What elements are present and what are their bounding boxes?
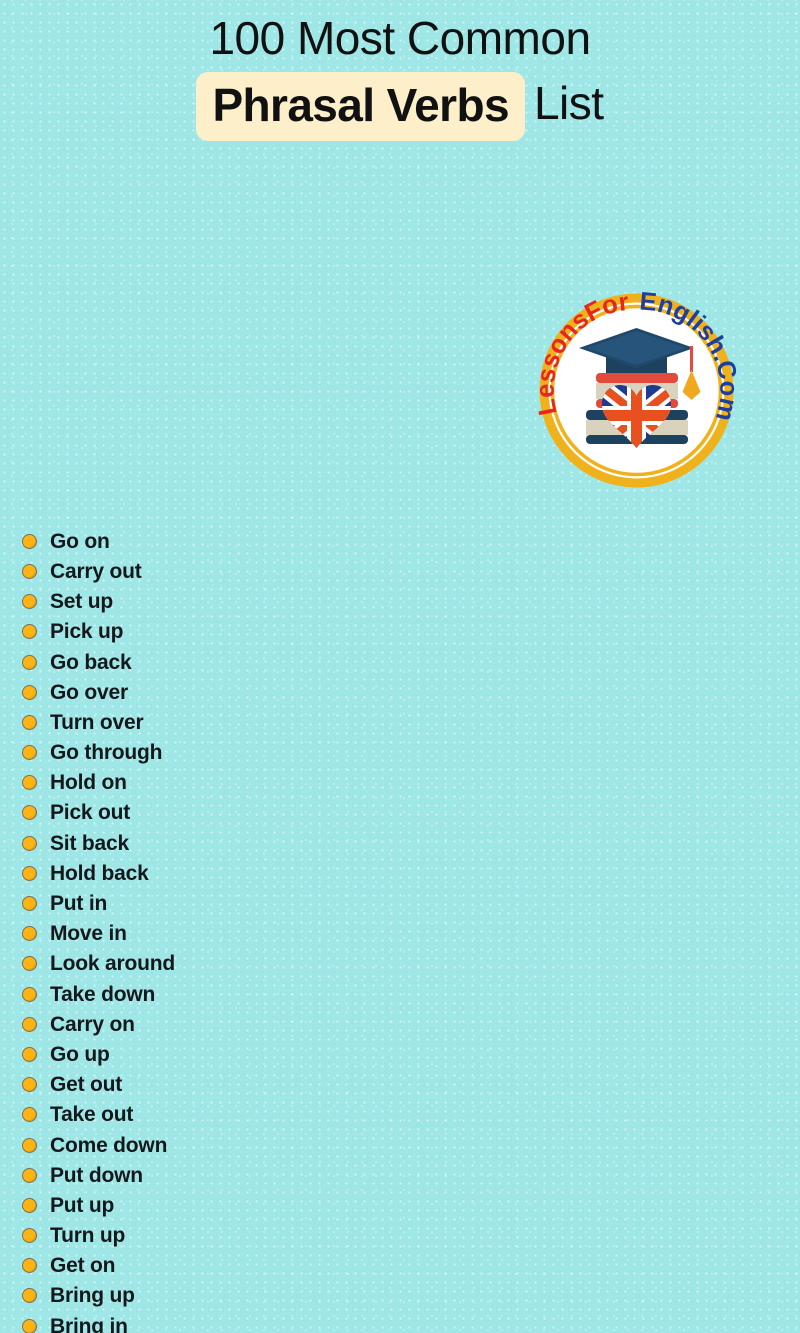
page-title-line-1: 100 Most Common — [209, 12, 591, 64]
bullet-circle-icon — [22, 956, 37, 972]
verb-list-item: Bring up — [22, 1281, 800, 1311]
verb-label: Carry out — [50, 559, 142, 583]
bullet-circle-icon — [22, 1288, 37, 1304]
verb-column-1: Go on Carry out Set up Pick up Go back Go ove… — [22, 526, 800, 1333]
verb-label: Get out — [50, 1073, 123, 1097]
verb-list-item: Bring in — [22, 1311, 800, 1333]
bullet-circle-icon — [22, 1258, 37, 1274]
bullet-circle-icon — [22, 1197, 37, 1213]
verb-list-item: Pick up — [22, 617, 800, 647]
bullet-circle-icon — [22, 805, 37, 821]
verb-label: Turn up — [50, 1224, 126, 1248]
poster-canvas: 100 Most Common Phrasal Verbs List Lesso… — [0, 0, 800, 1333]
bullet-circle-icon — [22, 926, 37, 942]
bullet-circle-icon — [22, 1107, 37, 1123]
bullet-circle-icon — [22, 1077, 37, 1093]
verb-list-item: Go up — [22, 1039, 800, 1069]
verb-label: Bring in — [50, 1314, 128, 1333]
bullet-circle-icon — [22, 1016, 37, 1032]
verb-list-item: Come down — [22, 1130, 800, 1160]
verb-label: Go on — [50, 529, 110, 553]
verb-list-item: Look around — [22, 949, 800, 979]
verb-list-item: Get out — [22, 1070, 800, 1100]
verb-list-item: Move in — [22, 919, 800, 949]
verb-label: Go over — [50, 680, 128, 704]
verb-list-item: Put in — [22, 888, 800, 918]
verb-list-item: Carry out — [22, 556, 800, 586]
verb-label: Move in — [50, 922, 127, 946]
bullet-circle-icon — [22, 594, 37, 610]
verb-list-item: Hold back — [22, 858, 800, 888]
verb-label: Go through — [50, 741, 163, 765]
verb-list-item: Set up — [22, 587, 800, 617]
verb-list-item: Go on — [22, 526, 800, 556]
verb-label: Put up — [50, 1193, 115, 1217]
bullet-circle-icon — [22, 896, 37, 912]
verb-list-item: Sit back — [22, 828, 800, 858]
bullet-circle-icon — [22, 1167, 37, 1183]
verb-list-item: Pick out — [22, 798, 800, 828]
verb-label: Come down — [50, 1133, 168, 1157]
verb-label: Take out — [50, 1103, 134, 1127]
verb-list-item: Get on — [22, 1251, 800, 1281]
bullet-circle-icon — [22, 624, 37, 640]
verb-list-item: Put up — [22, 1190, 800, 1220]
verb-label: Hold back — [50, 861, 149, 885]
title-highlight-phrasal-verbs: Phrasal Verbs — [196, 71, 525, 142]
verb-list-item: Hold on — [22, 768, 800, 798]
verb-list-item: Put down — [22, 1160, 800, 1190]
lessonsforenglish-logo: LessonsFor English.Com — [532, 288, 743, 493]
bullet-circle-icon — [22, 1046, 37, 1062]
verb-label: Put in — [50, 892, 108, 916]
poster-header: 100 Most Common Phrasal Verbs List — [0, 0, 800, 142]
verb-list-item: Take down — [22, 979, 800, 1009]
bullet-circle-icon — [22, 835, 37, 851]
bullet-circle-icon — [22, 1137, 37, 1153]
verb-label: Get on — [50, 1254, 116, 1278]
bullet-circle-icon — [22, 865, 37, 881]
verb-label: Bring up — [50, 1284, 135, 1308]
bullet-circle-icon — [22, 1318, 37, 1333]
verb-label: Go back — [50, 650, 132, 674]
bullet-circle-icon — [22, 775, 37, 791]
verb-label: Look around — [50, 952, 175, 976]
verb-list-item: Carry on — [22, 1009, 800, 1039]
bullet-circle-icon — [22, 533, 37, 549]
verb-list-item: Turn up — [22, 1221, 800, 1251]
verb-label: Pick out — [50, 801, 131, 825]
bullet-circle-icon — [22, 1228, 37, 1244]
verb-label: Pick up — [50, 620, 124, 644]
verb-label: Turn over — [50, 710, 144, 734]
verb-label: Carry on — [50, 1012, 135, 1036]
verb-list-item: Go back — [22, 647, 800, 677]
page-title-line-2: Phrasal Verbs List — [0, 70, 800, 142]
verb-label: Set up — [50, 590, 113, 614]
title-tail-list: List — [533, 76, 604, 129]
verb-label: Sit back — [50, 831, 129, 855]
bullet-circle-icon — [22, 654, 37, 670]
verb-label: Take down — [50, 982, 156, 1006]
verb-list-item: Turn over — [22, 707, 800, 737]
bullet-circle-icon — [22, 745, 37, 761]
verb-label: Go up — [50, 1042, 110, 1066]
bullet-circle-icon — [22, 563, 37, 579]
verb-label: Hold on — [50, 771, 127, 795]
verb-label: Put down — [50, 1163, 143, 1187]
verb-list-item: Take out — [22, 1100, 800, 1130]
bullet-circle-icon — [22, 714, 37, 730]
bullet-circle-icon — [22, 684, 37, 700]
verb-list-item: Go over — [22, 677, 800, 707]
bullet-circle-icon — [22, 986, 37, 1002]
verb-list-item: Go through — [22, 738, 800, 768]
